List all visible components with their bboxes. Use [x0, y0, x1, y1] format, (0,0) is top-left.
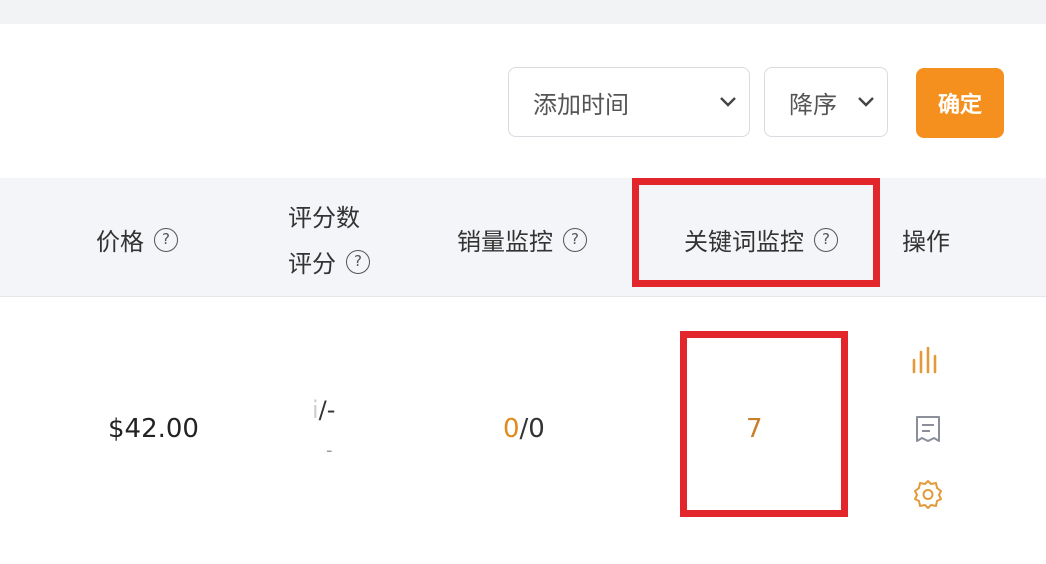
help-icon[interactable]: ? — [346, 249, 370, 274]
column-header-rating-count-label: 评分数 — [288, 204, 360, 232]
note-icon[interactable] — [912, 414, 944, 446]
rating-count-cell: i/- — [312, 396, 335, 424]
sales-monitor-current: 0 — [503, 414, 520, 444]
highlight-box-header — [632, 178, 880, 287]
bar-chart-icon[interactable] — [910, 344, 942, 376]
column-header-sales-monitor: 销量监控 ? — [457, 222, 587, 257]
chevron-down-icon — [720, 97, 736, 107]
column-header-rating-count: 评分数 — [288, 198, 360, 233]
confirm-button[interactable]: 确定 — [916, 68, 1004, 138]
product-monitor-page: 添加时间 降序 确定 价格 ? 评分数 评分 ? 销量监控 ? 关键词监控 ? … — [0, 0, 1046, 564]
sort-order-select[interactable]: 降序 — [764, 67, 888, 137]
column-header-rating: 评分 ? — [288, 244, 370, 279]
column-header-price: 价格 ? — [96, 222, 178, 257]
rating-count-value: /- — [318, 396, 336, 424]
sort-order-value: 降序 — [789, 90, 837, 119]
help-icon[interactable]: ? — [563, 227, 587, 252]
column-header-actions: 操作 — [902, 222, 950, 257]
column-header-sales-monitor-label: 销量监控 — [457, 228, 553, 256]
sort-field-value: 添加时间 — [533, 90, 629, 119]
chevron-down-icon — [858, 97, 874, 107]
column-header-rating-label: 评分 — [288, 250, 336, 278]
column-header-price-label: 价格 — [96, 228, 144, 256]
rating-prefix: i — [312, 396, 319, 424]
sort-field-select[interactable]: 添加时间 — [508, 67, 750, 137]
help-icon[interactable]: ? — [154, 227, 178, 252]
gear-icon[interactable] — [912, 478, 944, 510]
sales-monitor-cell[interactable]: 0/0 — [503, 414, 545, 444]
column-header-actions-label: 操作 — [902, 228, 950, 256]
top-strip — [0, 0, 1046, 24]
sales-monitor-total: /0 — [519, 414, 545, 444]
highlight-box-cell — [680, 331, 848, 517]
rating-score-cell: - — [326, 440, 333, 461]
price-cell: $42.00 — [108, 414, 199, 444]
